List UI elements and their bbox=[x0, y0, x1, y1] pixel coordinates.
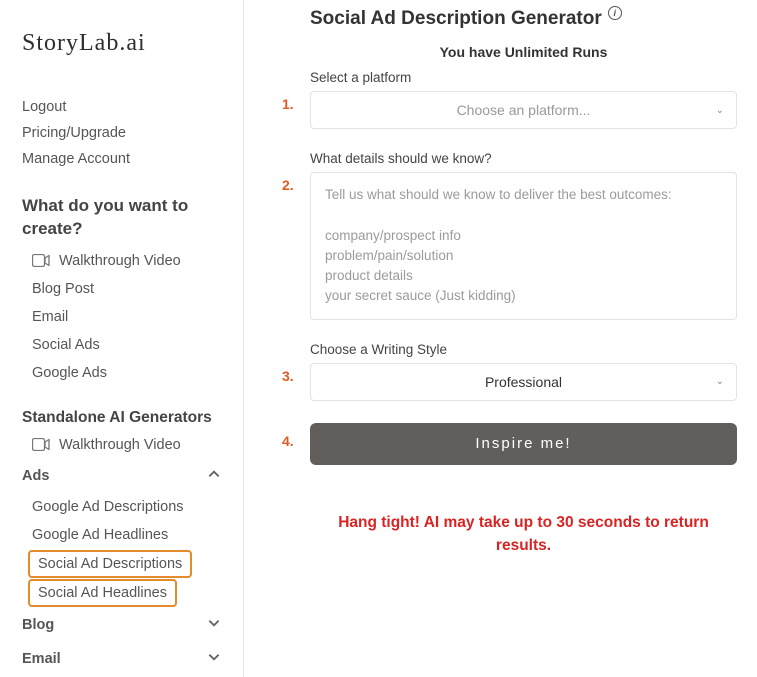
video-icon bbox=[32, 254, 50, 267]
group-label: Email bbox=[22, 651, 61, 667]
step1-label: Select a platform bbox=[310, 70, 737, 85]
chevron-down-icon: ⌄ bbox=[716, 376, 724, 387]
sidebar-item-label: Google Ad Descriptions bbox=[32, 499, 184, 515]
group-label: Ads bbox=[22, 468, 49, 484]
create-heading: What do you want to create? bbox=[22, 195, 221, 241]
sidebar-item-label: Email bbox=[32, 309, 68, 325]
wait-message: Hang tight! AI may take up to 30 seconds… bbox=[310, 511, 737, 558]
step3-label: Choose a Writing Style bbox=[310, 342, 737, 357]
ads-group-toggle[interactable]: Ads bbox=[22, 459, 221, 493]
step2-label: What details should we know? bbox=[310, 151, 737, 166]
inspire-me-button[interactable]: Inspire me! bbox=[310, 423, 737, 465]
video-icon bbox=[32, 438, 50, 451]
select-placeholder: Choose an platform... bbox=[457, 102, 591, 118]
nav-logout[interactable]: Logout bbox=[22, 99, 221, 115]
email-group-toggle[interactable]: Email bbox=[22, 642, 221, 676]
step-number-2: 2. bbox=[282, 177, 294, 193]
logo: StoryLab.ai bbox=[22, 30, 221, 57]
sidebar-item-social-ads[interactable]: Social Ads bbox=[22, 331, 221, 359]
sidebar-item-walkthrough-video[interactable]: Walkthrough Video bbox=[22, 247, 221, 275]
sidebar-item-label: Blog Post bbox=[32, 281, 94, 297]
chevron-down-icon: ⌄ bbox=[716, 105, 724, 116]
chevron-down-icon bbox=[207, 616, 221, 634]
nav-pricing[interactable]: Pricing/Upgrade bbox=[22, 125, 221, 141]
sidebar-item-label: Social Ads bbox=[32, 337, 100, 353]
platform-select[interactable]: Choose an platform... ⌄ bbox=[310, 91, 737, 129]
sidebar: StoryLab.ai Logout Pricing/Upgrade Manag… bbox=[0, 0, 244, 677]
nav-manage-account[interactable]: Manage Account bbox=[22, 151, 221, 167]
sidebar-item-label: Google Ad Headlines bbox=[32, 527, 168, 543]
sidebar-item-google-ad-headlines[interactable]: Google Ad Headlines bbox=[22, 521, 221, 549]
blog-group-toggle[interactable]: Blog bbox=[22, 608, 221, 642]
chevron-down-icon bbox=[207, 650, 221, 668]
step-number-4: 4. bbox=[282, 433, 294, 449]
select-value: Professional bbox=[485, 374, 562, 390]
sidebar-item-blog-post[interactable]: Blog Post bbox=[22, 275, 221, 303]
sidebar-item-email[interactable]: Email bbox=[22, 303, 221, 331]
chevron-up-icon bbox=[207, 467, 221, 485]
standalone-heading: Standalone AI Generators bbox=[22, 409, 221, 427]
step-number-1: 1. bbox=[282, 96, 294, 112]
page-title: Social Ad Description Generator bbox=[310, 8, 602, 30]
sidebar-item-google-ad-descriptions[interactable]: Google Ad Descriptions bbox=[22, 493, 221, 521]
main-content: Social Ad Description Generator i You ha… bbox=[244, 0, 757, 677]
details-textarea[interactable]: Tell us what should we know to deliver t… bbox=[310, 172, 737, 320]
sidebar-item-google-ads[interactable]: Google Ads bbox=[22, 359, 221, 387]
sidebar-item-standalone-walkthrough[interactable]: Walkthrough Video bbox=[22, 431, 221, 459]
step-number-3: 3. bbox=[282, 368, 294, 384]
sidebar-item-social-ad-descriptions[interactable]: Social Ad Descriptions bbox=[28, 550, 192, 578]
info-icon[interactable]: i bbox=[608, 6, 622, 20]
sidebar-item-label: Walkthrough Video bbox=[59, 253, 181, 269]
group-label: Blog bbox=[22, 617, 54, 633]
runs-subtitle: You have Unlimited Runs bbox=[310, 44, 737, 60]
writing-style-select[interactable]: Professional ⌄ bbox=[310, 363, 737, 401]
sidebar-item-label: Google Ads bbox=[32, 365, 107, 381]
sidebar-item-label: Walkthrough Video bbox=[59, 437, 181, 453]
sidebar-item-social-ad-headlines[interactable]: Social Ad Headlines bbox=[28, 579, 177, 607]
